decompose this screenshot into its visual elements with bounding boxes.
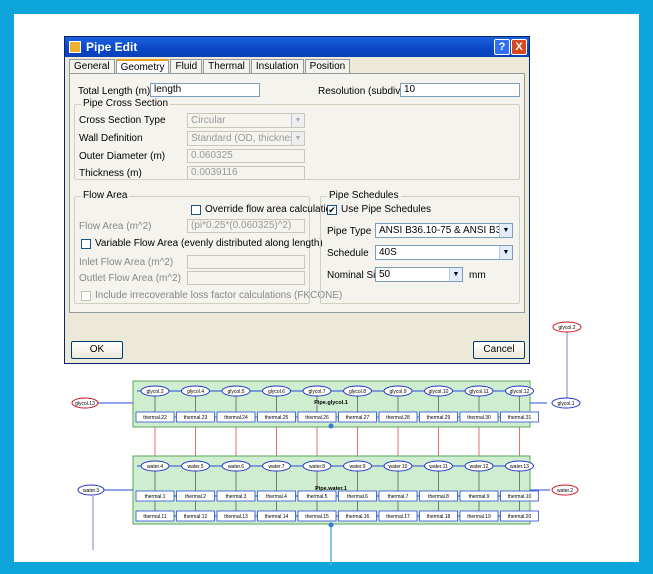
glycol-pipe-handle <box>328 423 334 429</box>
water-node-label: water.11 <box>429 464 448 470</box>
water-thermal-node-label: thermal.9 <box>469 494 490 500</box>
water-pipe-label: Pipe.water.1 <box>315 486 347 492</box>
water-node-label: water.6 <box>228 464 244 470</box>
water-node-label: water.4 <box>147 464 163 470</box>
glycol-outlet-label: glycol.1 <box>558 401 575 407</box>
water-thermal-node-label: thermal.10 <box>508 494 532 500</box>
water-node-label: water.10 <box>389 464 408 470</box>
water-thermal-node-label: thermal.2 <box>185 494 206 500</box>
glycol-inlet-label: glycol.2 <box>559 325 576 331</box>
glycol-node-label: glycol.7 <box>309 389 326 395</box>
wall-thermal-node-label: thermal.13 <box>224 514 248 520</box>
glycol-thermal-node-label: thermal.30 <box>467 415 491 421</box>
glycol-thermal-node-label: thermal.25 <box>265 415 289 421</box>
glycol-node-label: glycol.8 <box>349 389 366 395</box>
wall-thermal-node-label: thermal.19 <box>467 514 491 520</box>
glycol-left-label: glycol.13 <box>75 401 95 407</box>
glycol-thermal-node-label: thermal.28 <box>386 415 410 421</box>
water-thermal-node-label: thermal.8 <box>428 494 449 500</box>
water-node-label: water.12 <box>470 464 489 470</box>
water-node-label: water.9 <box>349 464 365 470</box>
wall-thermal-node-label: thermal.15 <box>305 514 329 520</box>
wall-thermal-node-label: thermal.12 <box>184 514 208 520</box>
glycol-thermal-node-label: thermal.31 <box>508 415 532 421</box>
glycol-pipe-label: Pipe.glycol.1 <box>314 400 348 406</box>
glycol-node-label: glycol.3 <box>147 389 164 395</box>
water-node-label: water.5 <box>187 464 203 470</box>
wall-thermal-node-label: thermal.20 <box>508 514 532 520</box>
wall-thermal-node-label: thermal.18 <box>427 514 451 520</box>
water-pipe-handle <box>328 522 334 528</box>
glycol-thermal-node-label: thermal.22 <box>143 415 167 421</box>
glycol-node-label: glycol.6 <box>268 389 285 395</box>
glycol-thermal-node-label: thermal.24 <box>224 415 248 421</box>
water-node-label: water.13 <box>510 464 529 470</box>
glycol-thermal-node-label: thermal.26 <box>305 415 329 421</box>
glycol-thermal-node-label: thermal.23 <box>184 415 208 421</box>
glycol-node-label: glycol.5 <box>228 389 245 395</box>
network-diagram: glycol.3 glycol.4 glycol.5 glycol.6 glycol.7… <box>71 321 582 565</box>
water-outlet-label: water.2 <box>557 488 573 494</box>
glycol-node-label: glycol.12 <box>510 389 530 395</box>
glycol-node-label: glycol.4 <box>187 389 204 395</box>
glycol-thermal-node-label: thermal.29 <box>427 415 451 421</box>
water-node-label: water.7 <box>268 464 284 470</box>
glycol-node-label: glycol.11 <box>469 389 489 395</box>
wall-thermal-node-label: thermal.17 <box>386 514 410 520</box>
glycol-node-label: glycol.9 <box>390 389 407 395</box>
wall-thermal-node-label: thermal.16 <box>346 514 370 520</box>
water-thermal-node-label: thermal.6 <box>347 494 368 500</box>
wall-thermal-node-label: thermal.11 <box>143 514 166 520</box>
water-thermal-node-label: thermal.4 <box>266 494 287 500</box>
water-thermal-node-label: thermal.5 <box>307 494 328 500</box>
water-node-label: water.8 <box>309 464 325 470</box>
glycol-thermal-node-label: thermal.27 <box>346 415 370 421</box>
water-thermal-node-label: thermal.7 <box>388 494 409 500</box>
wall-thermal-node-label: thermal.14 <box>265 514 289 520</box>
water-inlet-label: water.3 <box>83 488 99 494</box>
water-thermal-node-label: thermal.3 <box>226 494 247 500</box>
water-thermal-node-label: thermal.1 <box>145 494 166 500</box>
glycol-node-label: glycol.10 <box>429 389 449 395</box>
